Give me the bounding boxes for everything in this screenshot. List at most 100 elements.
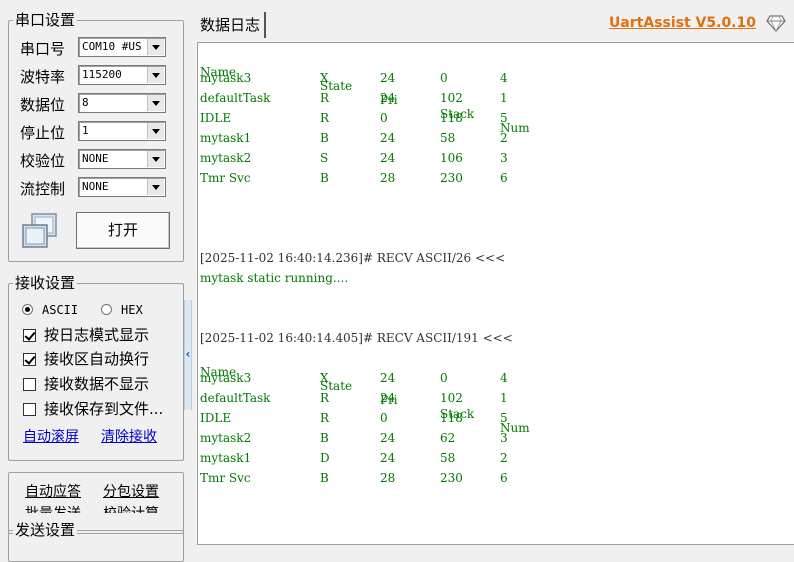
baud-value: 115200 (82, 68, 122, 81)
batch-send-link[interactable]: 批量发送 (25, 505, 81, 513)
log-table-row: IDLE R 0 118 5 (200, 111, 560, 125)
chevron-down-icon[interactable] (147, 67, 164, 83)
cell-name: mytask3 (200, 71, 252, 85)
flowcontrol-select[interactable]: NONE (78, 177, 166, 197)
chevron-down-icon[interactable] (147, 179, 164, 195)
cell-stack: 230 (440, 471, 463, 485)
cell-pri: 24 (380, 131, 396, 145)
cell-stack: 62 (440, 431, 456, 445)
cell-stack: 102 (440, 91, 463, 105)
cell-pri: 28 (380, 471, 396, 485)
cell-stack: 0 (440, 371, 448, 385)
cell-stack: 58 (440, 451, 456, 465)
cell-pri: 0 (380, 411, 388, 425)
log-area[interactable]: Name State Pri Stack Num mytask3 X 24 0 4 def… (197, 42, 794, 545)
packet-settings-link[interactable]: 分包设置 (103, 483, 159, 501)
cell-state: B (320, 471, 329, 485)
databits-select[interactable]: 8 (78, 93, 166, 113)
parity-select[interactable]: NONE (78, 149, 166, 169)
tab-data-log[interactable]: 数据日志 (196, 12, 267, 38)
cell-pri: 28 (380, 171, 396, 185)
serial-settings-legend: 串口设置 (13, 11, 78, 29)
log-table-header: Name State Pri Stack Num (200, 51, 560, 135)
flowcontrol-value: NONE (82, 180, 109, 193)
databits-value: 8 (82, 96, 89, 109)
cell-state: X (320, 371, 329, 385)
cell-stack: 118 (440, 111, 463, 125)
cell-state: B (320, 431, 329, 445)
log-table-row: Tmr Svc B 28 230 6 (200, 471, 560, 485)
cell-pri: 0 (380, 111, 388, 125)
cell-stack: 58 (440, 131, 456, 145)
port-select[interactable]: COM10 #US (78, 37, 166, 57)
cell-num: 3 (500, 151, 508, 165)
stopbits-select[interactable]: 1 (78, 121, 166, 141)
stopbits-label: 停止位 (20, 124, 66, 142)
cell-name: mytask2 (200, 431, 252, 445)
diamond-icon[interactable] (766, 14, 786, 33)
cell-name: IDLE (200, 111, 232, 125)
cell-state: R (320, 391, 330, 405)
cell-stack: 230 (440, 171, 463, 185)
cell-pri: 24 (380, 451, 396, 465)
chevron-down-icon[interactable] (147, 151, 164, 167)
open-port-button[interactable]: 打开 (76, 212, 170, 249)
cell-num: 6 (500, 471, 508, 485)
log-table-row: mytask1 D 24 58 2 (200, 451, 560, 465)
radio-ascii[interactable] (22, 304, 33, 315)
checkbox-save-file[interactable] (23, 403, 36, 416)
port-value: COM10 #US (82, 40, 142, 53)
log-table-row: mytask2 B 24 62 3 (200, 431, 560, 445)
radio-hex-label: HEX (121, 303, 143, 317)
log-table-row: IDLE R 0 118 5 (200, 411, 560, 425)
cell-name: defaultTask (200, 391, 271, 405)
cell-pri: 24 (380, 91, 396, 105)
cell-name: mytask1 (200, 131, 252, 145)
checkbox-save-file-label: 接收保存到文件... (44, 400, 164, 418)
cell-state: X (320, 71, 329, 85)
auto-reply-link[interactable]: 自动应答 (25, 483, 81, 501)
baud-label: 波特率 (20, 68, 66, 86)
cell-pri: 24 (380, 391, 396, 405)
cell-state: B (320, 171, 329, 185)
chevron-left-icon[interactable]: ‹ (184, 347, 192, 361)
checkbox-hide-data[interactable] (23, 378, 36, 391)
cell-pri: 24 (380, 431, 396, 445)
cell-name: IDLE (200, 411, 232, 425)
settings-panel: 串口设置 串口号 COM10 #US 波特率 115200 数据位 8 停止位 … (0, 0, 192, 562)
chevron-down-icon[interactable] (147, 39, 164, 55)
radio-hex[interactable] (101, 304, 112, 315)
cell-stack: 118 (440, 411, 463, 425)
receive-settings-legend: 接收设置 (13, 274, 78, 292)
chevron-down-icon[interactable] (147, 123, 164, 139)
log-table-header: Name State Pri Stack Num (200, 351, 560, 435)
cell-num: 1 (500, 391, 508, 405)
cell-state: D (320, 451, 330, 465)
partial-row: 批量发送 校验计算 (8, 505, 182, 513)
baud-select[interactable]: 115200 (78, 65, 166, 85)
cell-name: defaultTask (200, 91, 271, 105)
cell-name: Tmr Svc (200, 171, 251, 185)
cell-name: Tmr Svc (200, 471, 251, 485)
cell-stack: 0 (440, 71, 448, 85)
brand-link[interactable]: UartAssist V5.0.10 (609, 15, 756, 31)
clear-receive-link[interactable]: 清除接收 (101, 428, 157, 446)
cell-state: B (320, 131, 329, 145)
cell-state: R (320, 111, 330, 125)
cell-stack: 106 (440, 151, 463, 165)
checkbox-hide-data-label: 接收数据不显示 (44, 375, 150, 393)
checksum-link[interactable]: 校验计算 (103, 505, 159, 513)
log-table-row: mytask2 S 24 106 3 (200, 151, 560, 165)
chevron-down-icon[interactable] (147, 95, 164, 111)
checkbox-log-mode[interactable] (23, 329, 36, 342)
cell-state: R (320, 91, 330, 105)
parity-value: NONE (82, 152, 109, 165)
checkbox-auto-wrap[interactable] (23, 353, 36, 366)
checkbox-auto-wrap-label: 接收区自动换行 (44, 350, 150, 368)
cell-stack: 102 (440, 391, 463, 405)
cell-num: 3 (500, 431, 508, 445)
log-table-row: Tmr Svc B 28 230 6 (200, 171, 560, 185)
auto-scroll-link[interactable]: 自动滚屏 (23, 428, 79, 446)
checkbox-log-mode-label: 按日志模式显示 (44, 326, 150, 344)
cell-num: 4 (500, 371, 508, 385)
